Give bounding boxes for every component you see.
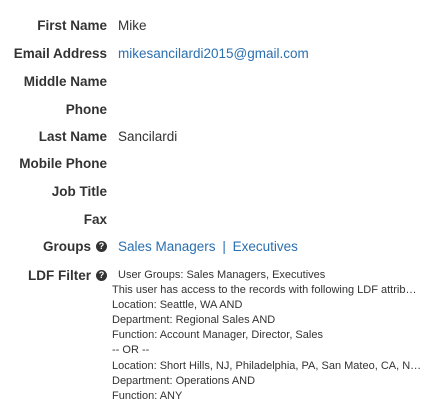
- ldf-filter-label-wrap: LDF Filter ?: [0, 265, 107, 285]
- groups-value: Sales Managers | Executives: [118, 239, 298, 254]
- ldf-filter-label: LDF Filter: [28, 267, 91, 283]
- email-address-row: Email Address mikesancilardi2015@gmail.c…: [0, 43, 428, 63]
- fax-row: Fax: [0, 209, 428, 229]
- ldf-line: This user has access to the records with…: [112, 284, 422, 297]
- middle-name-label: Middle Name: [23, 73, 107, 89]
- ldf-line: Location: Seattle, WA AND: [112, 299, 243, 312]
- ldf-line: Location: Short Hills, NJ, Philadelphia,…: [112, 359, 422, 372]
- last-name-row: Last Name Sancilardi: [0, 126, 428, 146]
- last-name-value: Sancilardi: [118, 128, 178, 144]
- groups-label-wrap: Groups ?: [0, 239, 107, 254]
- groups-row: Groups ? Sales Managers | Executives: [0, 236, 428, 256]
- ldf-line: Function: ANY: [112, 389, 183, 402]
- ldf-filter-description: User Groups: Sales Managers, Executives …: [112, 268, 422, 404]
- email-address-label: Email Address: [13, 45, 107, 61]
- ldf-line: -- OR --: [112, 344, 150, 357]
- groups-label: Groups: [42, 238, 91, 254]
- phone-label: Phone: [65, 101, 107, 117]
- group-link-executives[interactable]: Executives: [233, 239, 298, 254]
- mobile-phone-label: Mobile Phone: [19, 155, 107, 171]
- job-title-row: Job Title: [0, 181, 428, 201]
- ldf-line: User Groups: Sales Managers, Executives: [118, 269, 326, 281]
- group-separator: |: [222, 238, 226, 254]
- phone-row: Phone: [0, 99, 428, 119]
- last-name-label: Last Name: [38, 128, 107, 144]
- first-name-row: First Name Mike: [0, 15, 428, 35]
- ldf-line: Department: Regional Sales AND: [112, 314, 276, 327]
- user-details-panel: First Name Mike Email Address mikesancil…: [0, 0, 428, 409]
- first-name-label: First Name: [37, 17, 107, 33]
- fax-label: Fax: [83, 211, 107, 227]
- question-circle-icon[interactable]: ?: [96, 269, 107, 281]
- email-address-link[interactable]: mikesancilardi2015@gmail.com: [118, 46, 309, 61]
- first-name-value: Mike: [118, 17, 147, 33]
- question-circle-icon[interactable]: ?: [96, 240, 107, 252]
- job-title-label: Job Title: [51, 183, 107, 199]
- group-link-sales-managers[interactable]: Sales Managers: [118, 239, 216, 254]
- middle-name-row: Middle Name: [0, 71, 428, 91]
- ldf-line: Department: Operations AND: [112, 374, 256, 387]
- mobile-phone-row: Mobile Phone: [0, 153, 428, 173]
- ldf-line: Function: Account Manager, Director, Sal…: [112, 329, 323, 342]
